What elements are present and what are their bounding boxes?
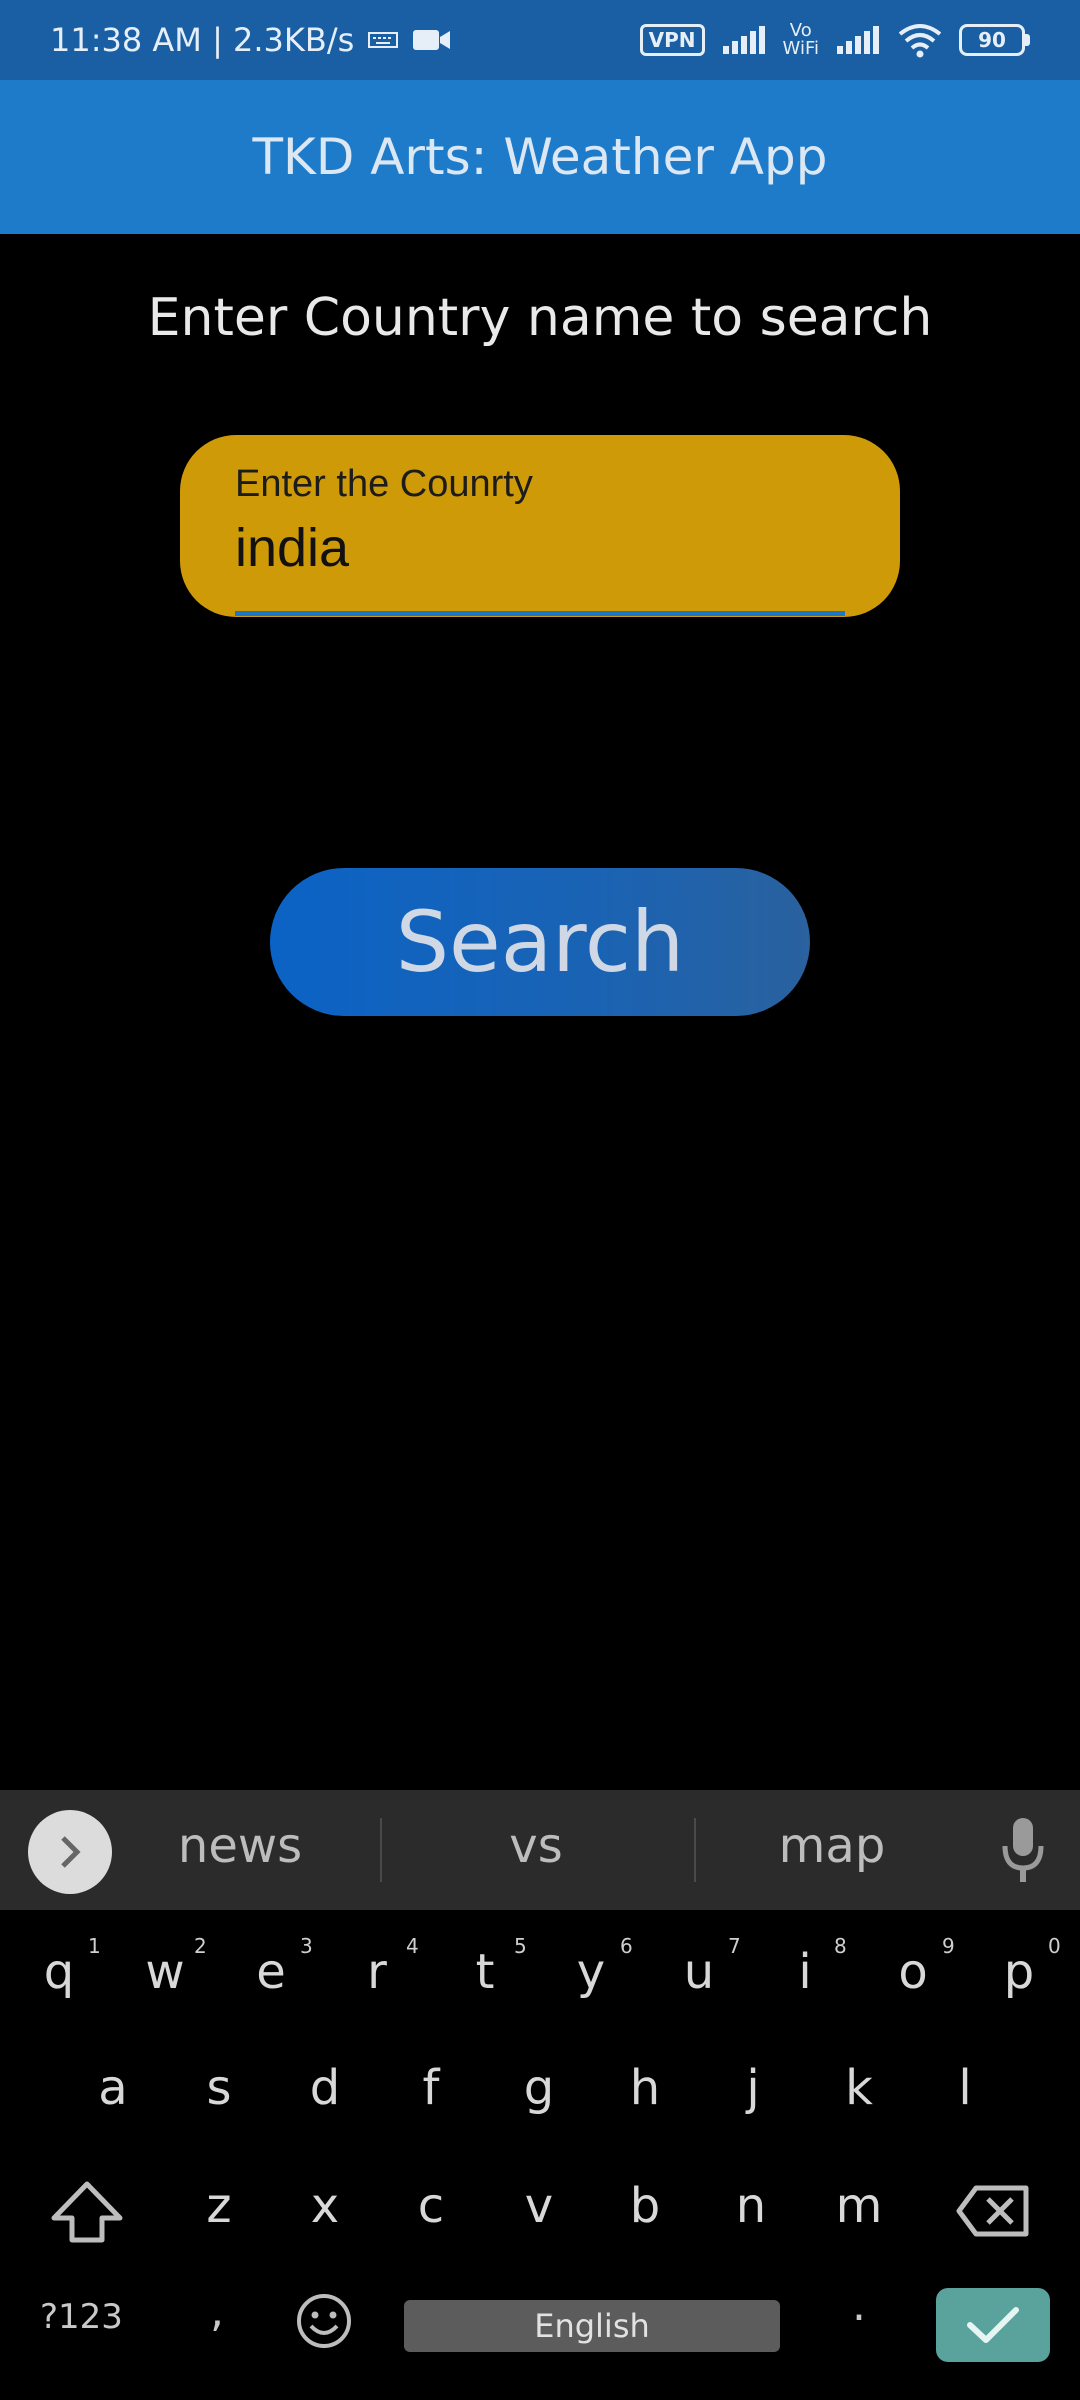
signal-icon <box>722 26 765 54</box>
input-value[interactable]: india <box>235 517 349 579</box>
key-j[interactable]: j <box>708 2060 798 2116</box>
key-hint: 7 <box>728 1934 741 1958</box>
key-hint: 1 <box>88 1934 101 1958</box>
video-camera-icon <box>413 30 451 50</box>
key-m[interactable]: m <box>814 2178 904 2234</box>
key-hint: 5 <box>514 1934 527 1958</box>
symbols-key[interactable]: ?123 <box>40 2297 123 2337</box>
input-label: Enter the Counrty <box>235 463 533 505</box>
key-hint: 2 <box>194 1934 207 1958</box>
suggestion-news[interactable]: news <box>140 1818 340 1874</box>
key-hint: 6 <box>620 1934 633 1958</box>
key-x[interactable]: x <box>280 2178 370 2234</box>
backspace-icon[interactable] <box>956 2184 1030 2238</box>
expand-toolbar-button[interactable] <box>28 1810 112 1894</box>
key-l[interactable]: l <box>920 2060 1010 2116</box>
signal-icon <box>837 26 879 54</box>
key-h[interactable]: h <box>600 2060 690 2116</box>
enter-key[interactable] <box>936 2288 1050 2362</box>
app-title: TKD Arts: Weather App <box>252 128 828 186</box>
key-a[interactable]: a <box>68 2060 158 2116</box>
key-hint: 3 <box>300 1934 313 1958</box>
key-hint: 4 <box>406 1934 419 1958</box>
country-input[interactable]: Enter the Counrty india <box>180 435 900 617</box>
status-time-speed: 11:38 AM | 2.3KB/s <box>50 21 355 59</box>
key-hint: 8 <box>834 1934 847 1958</box>
vowifi-indicator: Vo WiFi <box>782 20 819 59</box>
wifi-icon <box>898 24 942 58</box>
vpn-badge: VPN <box>639 24 705 56</box>
emoji-icon[interactable] <box>295 2292 353 2350</box>
key-hint: 9 <box>942 1934 955 1958</box>
key-hint: 0 <box>1048 1934 1061 1958</box>
key-s[interactable]: s <box>174 2060 264 2116</box>
key-c[interactable]: c <box>386 2178 476 2234</box>
key-z[interactable]: z <box>174 2178 264 2234</box>
shift-icon[interactable] <box>50 2180 124 2244</box>
key-d[interactable]: d <box>280 2060 370 2116</box>
period-key[interactable]: . <box>852 2280 866 2331</box>
key-k[interactable]: k <box>814 2060 904 2116</box>
battery-icon: 90 <box>959 24 1030 56</box>
suggestion-map[interactable]: map <box>732 1818 932 1874</box>
check-icon <box>967 2307 1019 2343</box>
key-v[interactable]: v <box>494 2178 584 2234</box>
keyboard-icon <box>368 32 399 48</box>
key-g[interactable]: g <box>494 2060 584 2116</box>
suggestion-vs[interactable]: vs <box>436 1818 636 1874</box>
key-n[interactable]: n <box>706 2178 796 2234</box>
key-f[interactable]: f <box>386 2060 476 2116</box>
key-b[interactable]: b <box>600 2178 690 2234</box>
search-button[interactable]: Search <box>270 868 810 1016</box>
search-prompt: Enter Country name to search <box>147 288 933 348</box>
suggestion-divider <box>694 1818 696 1882</box>
input-underline <box>235 611 845 616</box>
microphone-icon[interactable] <box>998 1816 1048 1886</box>
chevron-right-icon <box>61 1836 81 1868</box>
status-bar: 11:38 AM | 2.3KB/s VPN Vo WiFi 90 <box>0 0 1080 80</box>
comma-key[interactable]: , <box>210 2286 224 2337</box>
space-key[interactable]: English <box>404 2300 780 2352</box>
suggestion-bar: news vs map <box>0 1790 1080 1910</box>
suggestion-divider <box>380 1818 382 1882</box>
app-bar: TKD Arts: Weather App <box>0 80 1080 234</box>
